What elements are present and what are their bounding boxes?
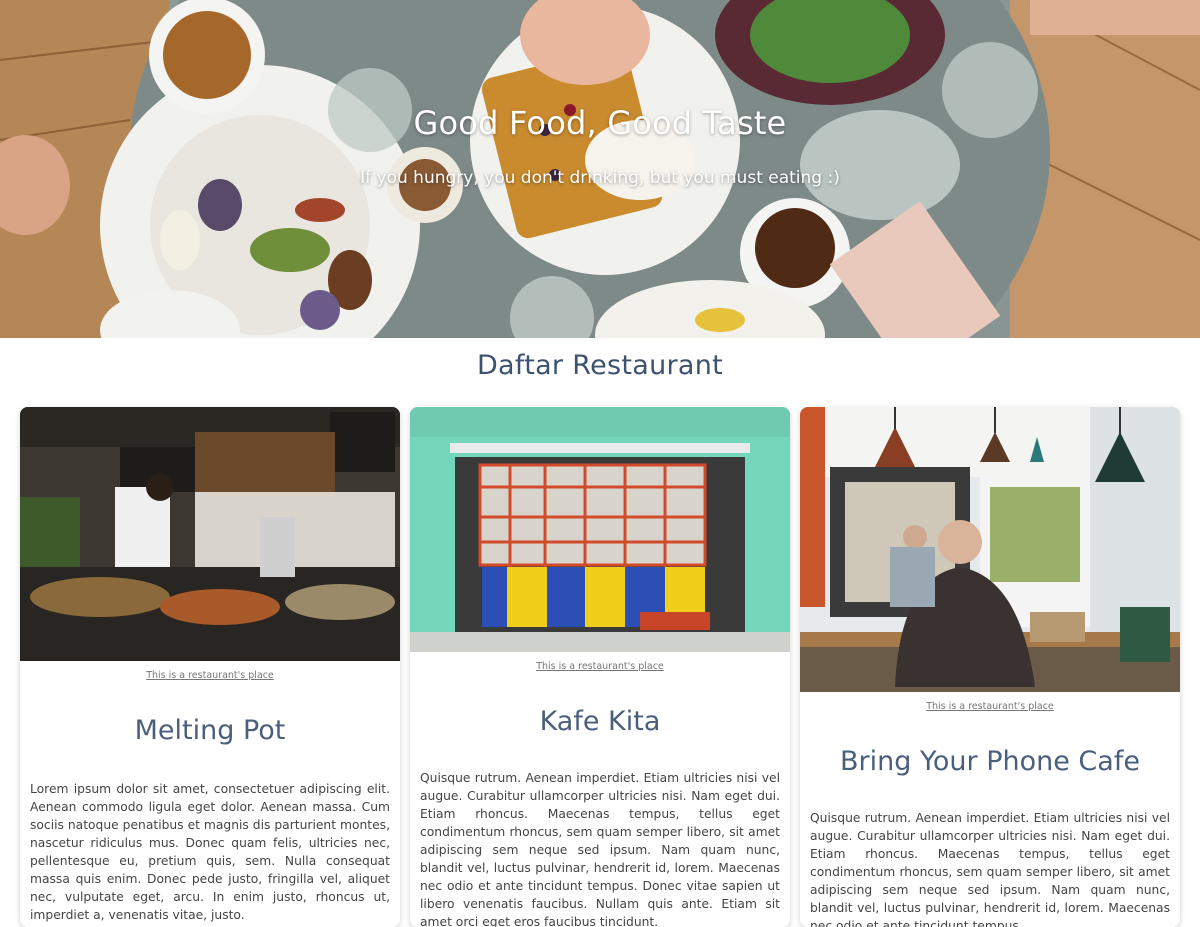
hero-title: Good Food, Good Taste — [413, 104, 787, 142]
restaurant-image — [410, 407, 790, 652]
restaurant-card: This is a restaurant's place Melting Pot… — [20, 407, 400, 927]
restaurant-image — [20, 407, 400, 661]
image-caption-link[interactable]: This is a restaurant's place — [800, 701, 1180, 712]
image-caption-link[interactable]: This is a restaurant's place — [410, 661, 790, 672]
restaurant-name: Melting Pot — [134, 715, 286, 746]
restaurant-list: This is a restaurant's place Melting Pot… — [20, 407, 1180, 927]
restaurant-image — [800, 407, 1180, 692]
hero-subtitle: If you hungry, you don't drinking, but y… — [360, 168, 840, 188]
restaurant-description: Quisque rutrum. Aenean imperdiet. Etiam … — [420, 771, 780, 927]
restaurant-name: Kafe Kita — [539, 706, 661, 737]
restaurant-description: Quisque rutrum. Aenean imperdiet. Etiam … — [810, 811, 1170, 927]
restaurant-description: Lorem ipsum dolor sit amet, consectetuer… — [30, 782, 390, 922]
hero-banner: Good Food, Good Taste If you hungry, you… — [0, 0, 1200, 338]
restaurant-card: This is a restaurant's place Bring Your … — [800, 407, 1180, 927]
restaurant-name: Bring Your Phone Cafe — [840, 746, 1140, 777]
restaurant-card: This is a restaurant's place Kafe Kita Q… — [410, 407, 790, 927]
image-caption-link[interactable]: This is a restaurant's place — [20, 670, 400, 681]
section-title: Daftar Restaurant — [476, 350, 724, 381]
